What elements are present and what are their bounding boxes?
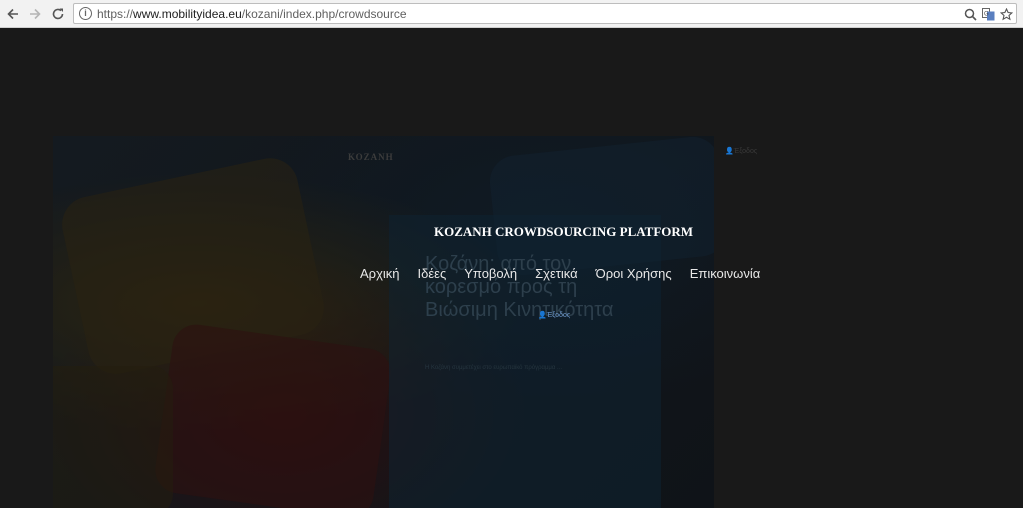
zoom-icon[interactable] (963, 7, 977, 21)
url-host: www.mobilityidea.eu (133, 7, 242, 21)
address-bar[interactable]: i https://www.mobilityidea.eu/kozani/ind… (73, 3, 1017, 24)
user-icon: 👤 (538, 312, 547, 319)
browser-toolbar: i https://www.mobilityidea.eu/kozani/ind… (0, 0, 1023, 28)
logout-link[interactable]: 👤Έξοδος (538, 311, 570, 319)
url-path: /kozani/index.php/crowdsource (241, 7, 407, 21)
puzzle-piece-image (152, 321, 394, 508)
info-icon[interactable]: i (79, 7, 92, 20)
user-corner-label: Έξοδος (733, 148, 758, 155)
url-scheme: https:// (97, 7, 134, 21)
forward-arrow-icon[interactable] (25, 4, 45, 24)
hero-text-panel: Κοζάνη: από τον κορεσμό προς τη Βιώσιμη … (389, 215, 661, 508)
nav-item-submit[interactable]: Υποβολή (464, 266, 517, 281)
bookmark-star-icon[interactable] (999, 7, 1013, 21)
site-title[interactable]: KOZANH CROWDSOURCING PLATFORM (434, 224, 693, 240)
nav-item-ideas[interactable]: Ιδέες (418, 266, 447, 281)
nav-item-about[interactable]: Σχετικά (535, 266, 578, 281)
hero-logo: ΚΟΖΑΝΗ (348, 152, 394, 162)
hero-body-text: Η Κοζάνη συμμετέχει στο ευρωπαϊκό πρόγρα… (425, 365, 562, 371)
translate-icon[interactable]: G (981, 7, 995, 21)
user-icon: 👤 (725, 148, 734, 155)
hero-heading: Κοζάνη: από τον κορεσμό προς τη Βιώσιμη … (425, 253, 614, 321)
hero-banner: ΚΟΖΑΝΗ Κοζάνη: από τον κορεσμό προς τη Β… (53, 136, 714, 508)
url-text[interactable]: https://www.mobilityidea.eu/kozani/index… (97, 7, 407, 21)
user-corner-link[interactable]: 👤Έξοδος (725, 147, 757, 155)
logout-label: Έξοδος (546, 312, 571, 319)
nav-item-terms[interactable]: Όροι Χρήσης (596, 266, 672, 281)
back-arrow-icon[interactable] (3, 4, 23, 24)
puzzle-piece-image (53, 366, 173, 508)
reload-icon[interactable] (48, 4, 68, 24)
nav-item-home[interactable]: Αρχική (360, 266, 400, 281)
svg-text:G: G (984, 11, 989, 17)
main-nav: Αρχική Ιδέες Υποβολή Σχετικά Όροι Χρήσης… (360, 266, 778, 281)
nav-item-contact[interactable]: Επικοινωνία (690, 266, 761, 281)
